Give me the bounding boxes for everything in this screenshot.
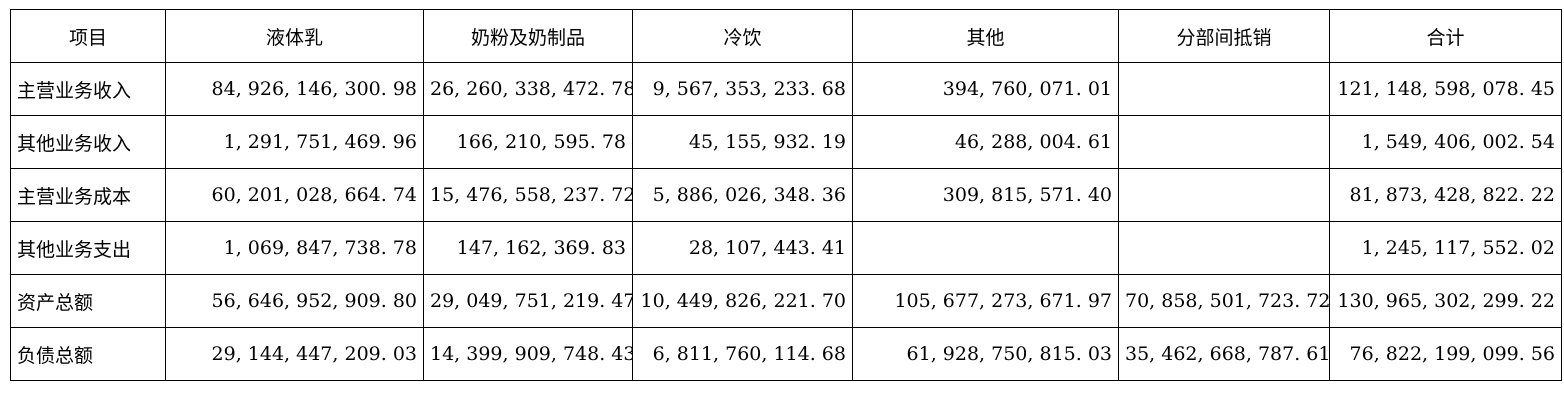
table-cell: 1, 291, 751, 469. 96 <box>165 115 424 169</box>
table-cell: 166, 210, 595. 78 <box>423 115 633 169</box>
table-cell: 14, 399, 909, 748. 43 <box>423 327 633 381</box>
table-cell: 29, 049, 751, 219. 47 <box>423 274 633 328</box>
table-cell: 147, 162, 369. 83 <box>423 221 633 275</box>
table-cell: 76, 822, 199, 099. 56 <box>1329 327 1562 381</box>
table-cell: 60, 201, 028, 664. 74 <box>165 168 424 222</box>
table-cell: 105, 677, 273, 671. 97 <box>852 274 1119 328</box>
table-cell: 130, 965, 302, 299. 22 <box>1329 274 1562 328</box>
table-cell: 5, 886, 026, 348. 36 <box>632 168 853 222</box>
table-cell: 121, 148, 598, 078. 45 <box>1329 62 1562 116</box>
table-cell: 6, 811, 760, 114. 68 <box>632 327 853 381</box>
table-cell: 61, 928, 750, 815. 03 <box>852 327 1119 381</box>
table-cell: 81, 873, 428, 822. 22 <box>1329 168 1562 222</box>
column-header-liquid-milk: 液体乳 <box>165 9 424 63</box>
column-header-other: 其他 <box>852 9 1119 63</box>
table-row: 其他业务收入 1, 291, 751, 469. 96 166, 210, 59… <box>10 115 1562 169</box>
table-cell <box>1118 115 1330 169</box>
table-cell: 70, 858, 501, 723. 72 <box>1118 274 1330 328</box>
table-cell: 45, 155, 932. 19 <box>632 115 853 169</box>
segment-report-table: 项目 液体乳 奶粉及奶制品 冷饮 其他 分部间抵销 合计 主营业务收入 84, … <box>10 9 1562 381</box>
column-header-item: 项目 <box>10 9 166 63</box>
table-cell: 9, 567, 353, 233. 68 <box>632 62 853 116</box>
table-cell: 35, 462, 668, 787. 61 <box>1118 327 1330 381</box>
row-label: 负债总额 <box>10 327 166 381</box>
table-row: 其他业务支出 1, 069, 847, 738. 78 147, 162, 36… <box>10 221 1562 275</box>
table-cell: 29, 144, 447, 209. 03 <box>165 327 424 381</box>
row-label: 资产总额 <box>10 274 166 328</box>
table-row: 负债总额 29, 144, 447, 209. 03 14, 399, 909,… <box>10 327 1562 381</box>
table-cell: 1, 549, 406, 002. 54 <box>1329 115 1562 169</box>
table-cell: 1, 245, 117, 552. 02 <box>1329 221 1562 275</box>
row-label: 主营业务收入 <box>10 62 166 116</box>
table-cell: 84, 926, 146, 300. 98 <box>165 62 424 116</box>
table-cell: 28, 107, 443. 41 <box>632 221 853 275</box>
table-cell <box>1118 168 1330 222</box>
table-cell: 46, 288, 004. 61 <box>852 115 1119 169</box>
segment-report-table-container: 项目 液体乳 奶粉及奶制品 冷饮 其他 分部间抵销 合计 主营业务收入 84, … <box>10 9 1562 381</box>
table-cell: 309, 815, 571. 40 <box>852 168 1119 222</box>
column-header-elimination: 分部间抵销 <box>1118 9 1330 63</box>
row-label: 主营业务成本 <box>10 168 166 222</box>
table-cell <box>1118 221 1330 275</box>
table-row: 主营业务成本 60, 201, 028, 664. 74 15, 476, 55… <box>10 168 1562 222</box>
table-row: 主营业务收入 84, 926, 146, 300. 98 26, 260, 33… <box>10 62 1562 116</box>
column-header-total: 合计 <box>1329 9 1562 63</box>
table-cell <box>852 221 1119 275</box>
table-cell: 56, 646, 952, 909. 80 <box>165 274 424 328</box>
table-cell <box>1118 62 1330 116</box>
table-cell: 15, 476, 558, 237. 72 <box>423 168 633 222</box>
table-cell: 394, 760, 071. 01 <box>852 62 1119 116</box>
column-header-milk-powder: 奶粉及奶制品 <box>423 9 633 63</box>
table-cell: 10, 449, 826, 221. 70 <box>632 274 853 328</box>
table-row: 资产总额 56, 646, 952, 909. 80 29, 049, 751,… <box>10 274 1562 328</box>
table-cell: 1, 069, 847, 738. 78 <box>165 221 424 275</box>
row-label: 其他业务支出 <box>10 221 166 275</box>
column-header-ice-cream: 冷饮 <box>632 9 853 63</box>
header-row: 项目 液体乳 奶粉及奶制品 冷饮 其他 分部间抵销 合计 <box>10 9 1562 63</box>
row-label: 其他业务收入 <box>10 115 166 169</box>
table-cell: 26, 260, 338, 472. 78 <box>423 62 633 116</box>
